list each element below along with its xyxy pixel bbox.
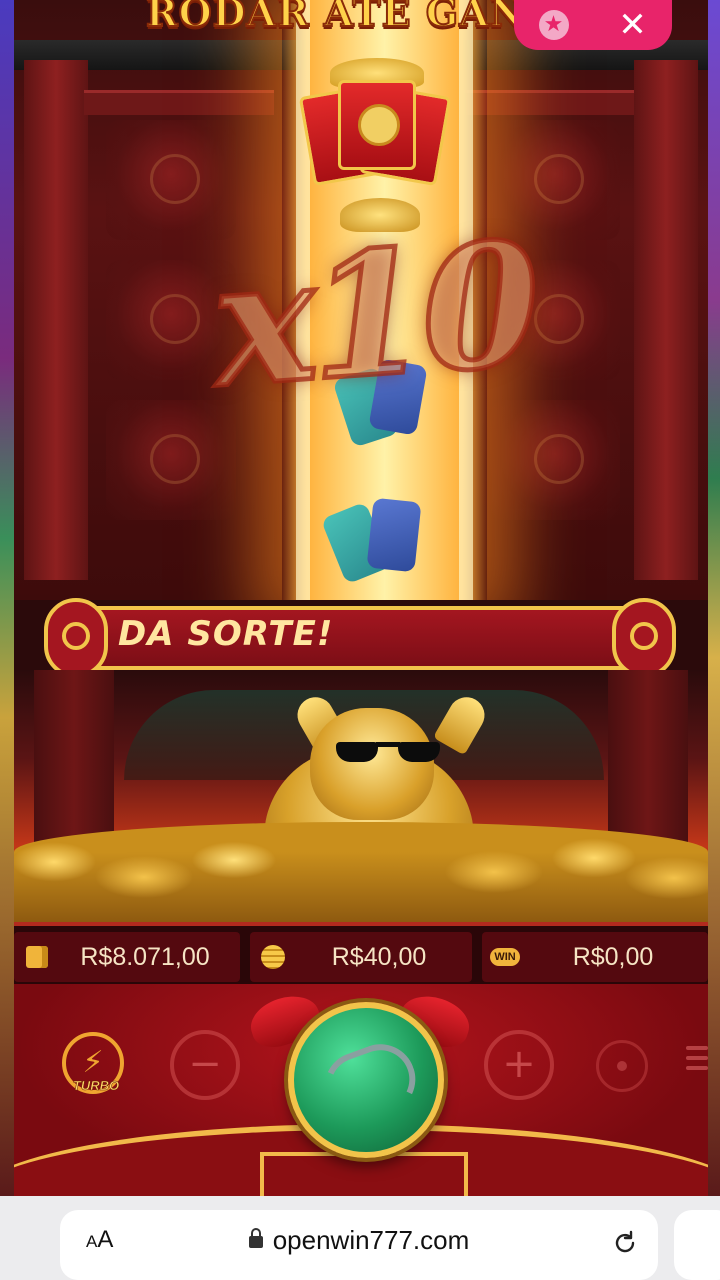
autoplay-button[interactable]: [596, 1040, 648, 1092]
wallet-icon: [24, 944, 50, 970]
decrease-bet-button[interactable]: −: [170, 1030, 240, 1100]
next-tab-preview[interactable]: [674, 1210, 720, 1280]
bull-scene: [14, 670, 708, 922]
balance-display[interactable]: R$8.071,00: [14, 932, 240, 982]
win-multiplier: x10: [205, 202, 543, 429]
turbo-button[interactable]: ⚡ TURBO: [62, 1032, 124, 1094]
win-badge-icon: WIN: [490, 944, 520, 970]
browser-bar: AA openwin777.com: [0, 1196, 720, 1280]
scroll-ornament-icon: [44, 598, 108, 678]
lock-icon: [248, 1228, 263, 1248]
address-bar[interactable]: AA openwin777.com: [60, 1210, 658, 1280]
firecracker-icon: [366, 497, 422, 573]
increase-bet-button[interactable]: +: [484, 1030, 554, 1100]
game-screen: x10 RODAR ATÉ GANH ★ ✕ DA SORTE! R$8.071…: [0, 0, 720, 1280]
lucky-banner-text: DA SORTE!: [118, 614, 334, 654]
top-controls: ★ ✕: [514, 0, 672, 50]
spin-button[interactable]: [288, 1002, 444, 1158]
win-value: R$0,00: [572, 942, 654, 971]
bet-display[interactable]: R$40,00: [250, 932, 472, 982]
win-display: WIN R$0,00: [482, 932, 708, 982]
reel-symbol: [106, 120, 236, 240]
title-banner: RODAR ATÉ GANH: [145, 0, 563, 36]
scroll-ornament-icon: [612, 598, 676, 678]
reel-symbol: [490, 400, 620, 520]
control-panel: ⚡ TURBO − +: [14, 984, 708, 1196]
red-envelope-icon: [298, 80, 452, 187]
beam-left: [84, 90, 274, 115]
reload-icon[interactable]: [612, 1230, 638, 1256]
golden-bull-head: [310, 708, 434, 820]
sunglasses-icon: [336, 738, 440, 762]
menu-icon[interactable]: [686, 1046, 708, 1076]
reels-area: x10: [14, 0, 708, 600]
close-icon[interactable]: ✕: [613, 5, 653, 45]
turbo-label: TURBO: [72, 1078, 120, 1094]
gold-ingot-pile: [14, 822, 708, 922]
url-text: openwin777.com: [60, 1225, 658, 1256]
swirl-icon: [314, 1034, 426, 1132]
lucky-banner: DA SORTE!: [44, 598, 676, 678]
star-icon: ★: [538, 10, 569, 40]
right-edge-strip: [708, 0, 720, 1196]
bet-value: R$40,00: [331, 942, 427, 971]
left-edge-strip: [0, 0, 14, 1196]
coins-icon: [260, 944, 286, 970]
info-bar: R$8.071,00 R$40,00 WIN R$0,00: [14, 922, 708, 988]
balance-value: R$8.071,00: [80, 942, 210, 971]
favorite-button[interactable]: ★: [534, 5, 574, 45]
pillar-right: [634, 60, 698, 580]
pillar-left: [24, 60, 88, 580]
